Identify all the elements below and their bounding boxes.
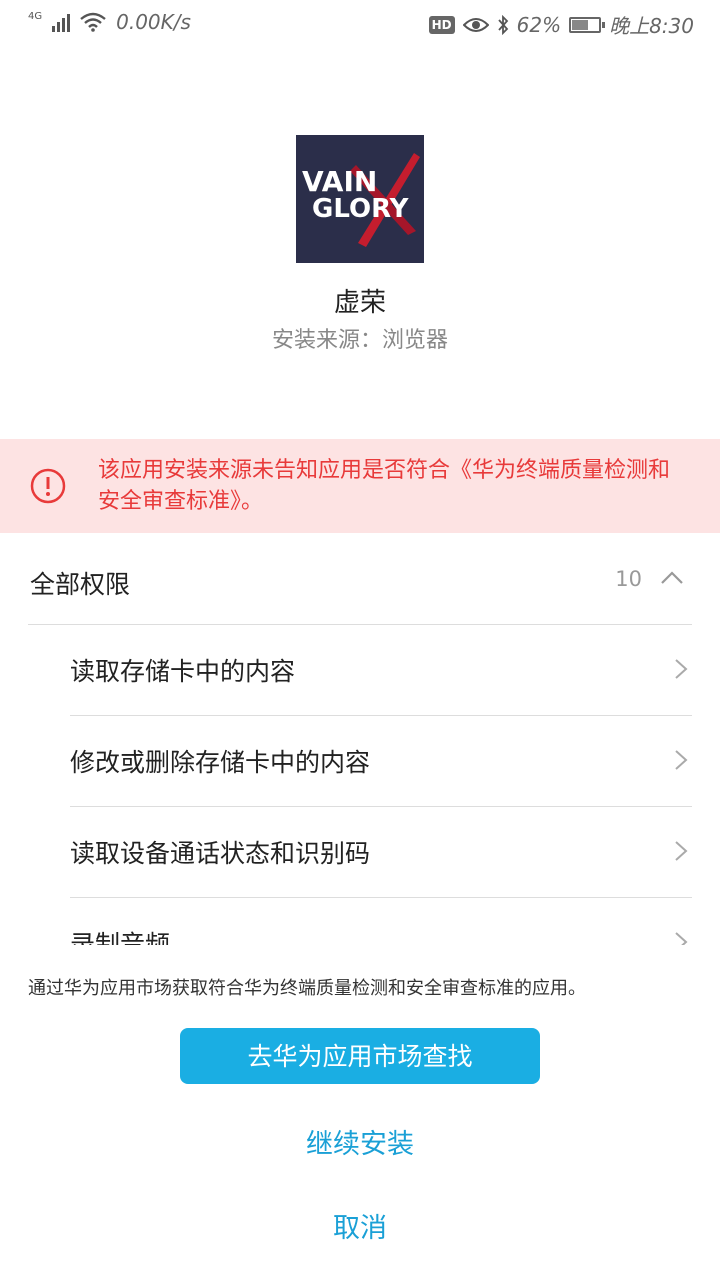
permission-item[interactable]: 读取存储卡中的内容	[70, 625, 692, 716]
permissions-title: 全部权限	[30, 570, 131, 599]
battery-fill	[572, 19, 589, 30]
alert-circle-icon	[30, 468, 66, 504]
warning-banner: 该应用安装来源未告知应用是否符合《华为终端质量检测和安全审查标准》。	[0, 439, 720, 533]
status-right: HD 62% 晚上8:30	[428, 10, 694, 39]
chevron-right-icon	[674, 749, 688, 771]
wifi-icon	[80, 12, 106, 32]
battery-percent: 62%	[516, 12, 562, 37]
cancel-button[interactable]: 取消	[0, 1206, 720, 1245]
bluetooth-icon	[497, 14, 509, 35]
permission-label: 读取存储卡中的内容	[70, 657, 296, 686]
chevron-right-icon	[674, 931, 688, 945]
network-speed: 0.00K/s	[116, 10, 191, 34]
battery-icon	[569, 16, 606, 33]
find-in-appgallery-button[interactable]: 去华为应用市场查找	[180, 1028, 540, 1084]
permission-item[interactable]: 修改或删除存储卡中的内容	[70, 716, 692, 807]
app-name: 虚荣	[333, 288, 386, 318]
permission-label: 录制音频	[70, 930, 171, 945]
network-type: 4G	[28, 10, 43, 22]
signal-icon	[52, 12, 71, 32]
continue-install-button[interactable]: 继续安装	[0, 1122, 720, 1161]
permission-item[interactable]: 录制音频	[70, 898, 692, 945]
status-left: 4G 0.00K/s	[28, 10, 191, 34]
permissions-header[interactable]: 全部权限 10	[0, 545, 720, 623]
app-icon: VAIN GLORY	[296, 135, 424, 263]
footer-note: 通过华为应用市场获取符合华为终端质量检测和安全审查标准的应用。	[28, 978, 586, 999]
chevron-right-icon	[674, 658, 688, 680]
hd-badge: HD	[428, 15, 455, 34]
warning-text: 该应用安装来源未告知应用是否符合《华为终端质量检测和安全审查标准》。	[98, 458, 671, 514]
clock: 晚上8:30	[609, 14, 694, 38]
install-source: 安装来源：浏览器	[271, 328, 448, 353]
chevron-up-icon[interactable]	[660, 569, 684, 585]
status-bar: 4G 0.00K/s HD 62% 晚上8:30	[0, 0, 720, 48]
permission-label: 读取设备通话状态和识别码	[70, 839, 371, 868]
permissions-count: 10	[615, 567, 642, 591]
chevron-right-icon	[674, 840, 688, 862]
permission-label: 修改或删除存储卡中的内容	[70, 748, 371, 777]
app-icon-text-line2: GLORY	[312, 194, 410, 224]
permission-item[interactable]: 读取设备通话状态和识别码	[70, 807, 692, 898]
eye-comfort-icon	[462, 16, 489, 34]
permissions-list[interactable]: 读取存储卡中的内容 修改或删除存储卡中的内容 读取设备通话状态和识别码 录制音频	[70, 625, 692, 945]
